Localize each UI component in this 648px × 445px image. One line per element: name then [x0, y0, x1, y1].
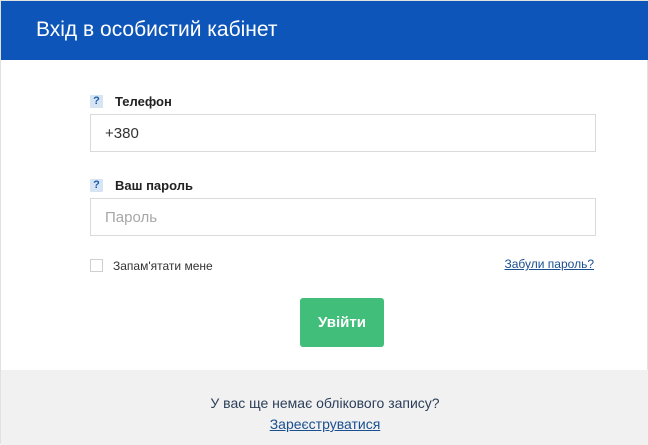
password-label: Ваш пароль: [115, 177, 193, 193]
login-submit-button[interactable]: Увійти: [300, 298, 384, 347]
no-account-text: У вас ще немає облікового запису?: [210, 395, 440, 411]
remember-me-checkbox[interactable]: [90, 259, 103, 272]
remember-me-label[interactable]: Запам'ятати мене: [113, 259, 213, 273]
register-link[interactable]: Зареєструватися: [270, 416, 381, 432]
register-link-row: Зареєструватися: [1, 416, 648, 432]
login-modal: Вхід в особистий кабінет ? Телефон ? Ваш…: [0, 0, 648, 445]
modal-footer: У вас ще немає облікового запису? Зареєс…: [1, 370, 648, 445]
phone-label-row: ? Телефон: [90, 93, 172, 109]
modal-title: Вхід в особистий кабінет: [36, 18, 278, 41]
remember-me-row[interactable]: Запам'ятати мене: [90, 258, 213, 273]
phone-input[interactable]: [90, 114, 596, 152]
help-icon[interactable]: ?: [90, 94, 103, 108]
forgot-password-link[interactable]: Забули пароль?: [505, 257, 595, 271]
phone-label: Телефон: [115, 93, 172, 109]
password-input[interactable]: [90, 198, 596, 236]
modal-header: Вхід в особистий кабінет: [1, 1, 648, 60]
password-label-row: ? Ваш пароль: [90, 177, 193, 193]
help-icon[interactable]: ?: [90, 178, 103, 192]
